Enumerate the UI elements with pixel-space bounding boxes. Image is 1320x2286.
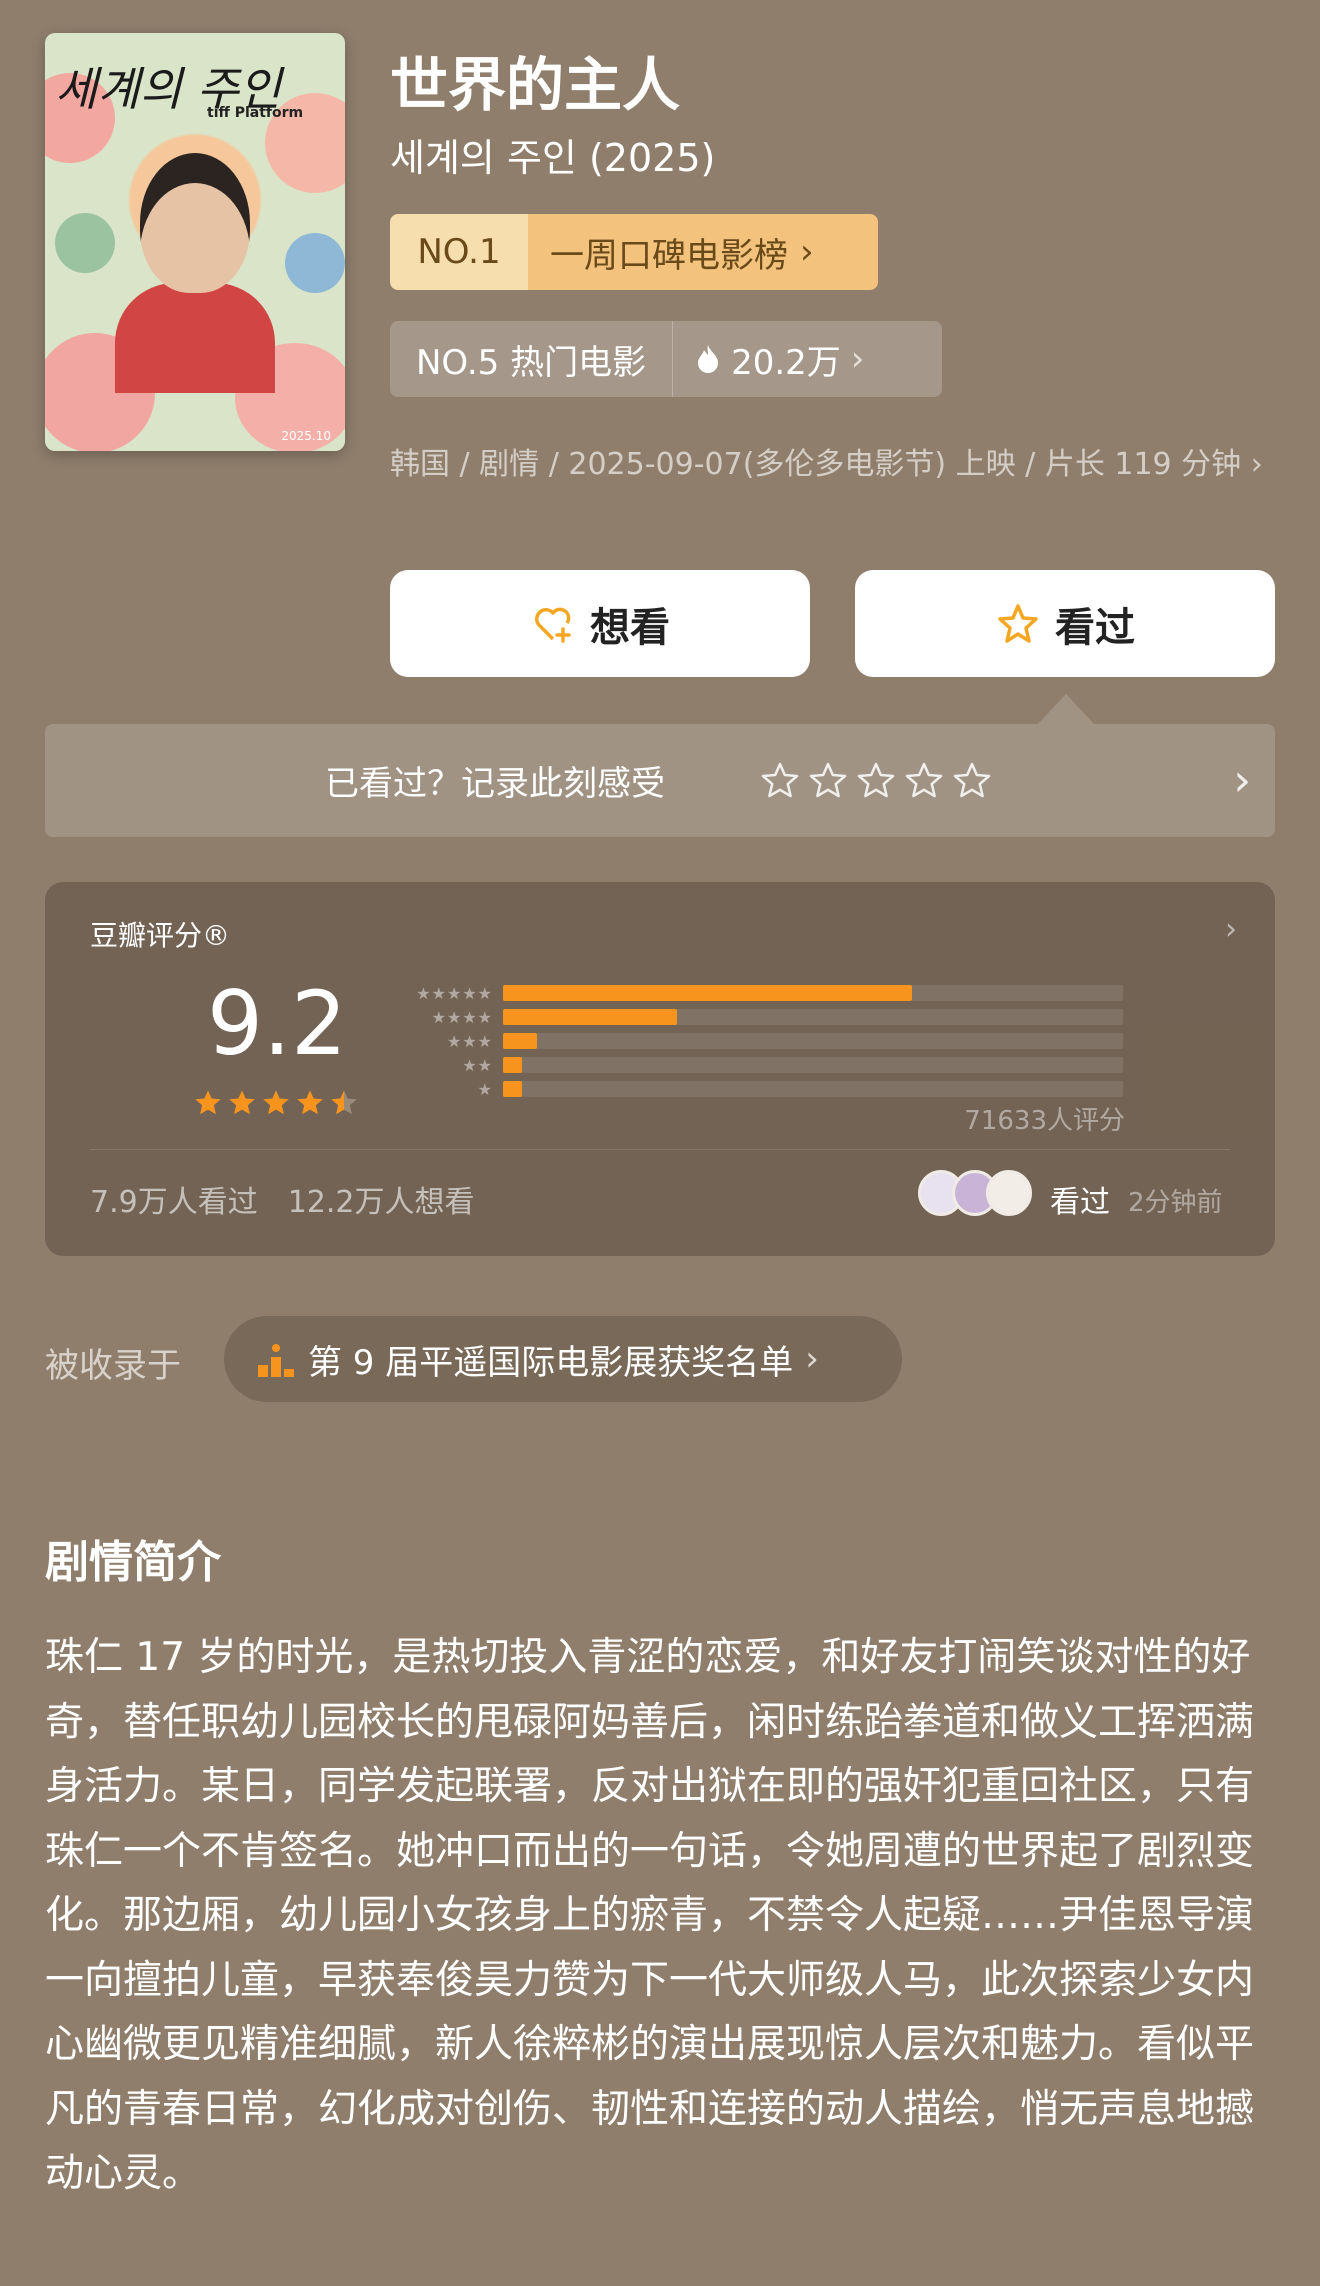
- poster-date: 2025.10: [281, 429, 331, 443]
- collection-name: 第 9 届平遥国际电影展获奖名单: [308, 1342, 794, 1383]
- weekly-rank-number: NO.1: [390, 214, 528, 290]
- rating-star-icon: [229, 1090, 255, 1115]
- podium-icon: [258, 1344, 294, 1377]
- seen-label: 看过: [1055, 604, 1135, 651]
- heart-plus-icon: [535, 607, 571, 643]
- distribution-star-label: ★★★★: [431, 1008, 493, 1027]
- wish-count: 12.2万人想看: [287, 1185, 475, 1220]
- distribution-star-label: ★★: [462, 1056, 493, 1075]
- poster-flower: [285, 233, 345, 293]
- rating-label: 豆瓣评分®: [90, 919, 231, 952]
- distribution-bar-track: [503, 1009, 1123, 1025]
- distribution-bar-track: [503, 1057, 1123, 1073]
- want-to-watch-button[interactable]: 想看: [390, 570, 810, 677]
- distribution-bar-track: [503, 985, 1123, 1001]
- friend-seen-time: 2分钟前: [1128, 1188, 1223, 1218]
- distribution-bar-track: [503, 1033, 1123, 1049]
- distribution-star-label: ★★★★★: [416, 984, 493, 1003]
- star-outline-icon[interactable]: [808, 761, 848, 801]
- friend-avatars[interactable]: [918, 1170, 1032, 1216]
- movie-meta[interactable]: 韩国 / 剧情 / 2025-09-07(多伦多电影节) 上映 / 片长 119…: [390, 437, 1270, 493]
- synopsis-heading: 剧情简介: [45, 1537, 221, 1588]
- score-stars: [193, 1088, 359, 1118]
- rating-distribution-labels: ★★★★★ ★★★★ ★★★ ★★ ★: [383, 982, 493, 1102]
- rating-star-icon: [297, 1090, 323, 1115]
- friend-seen-label: 看过: [1050, 1185, 1110, 1220]
- rating-distribution-bars: [503, 985, 1123, 1105]
- weekly-rank-label: 一周口碑电影榜: [550, 235, 788, 276]
- star-outline-icon[interactable]: [760, 761, 800, 801]
- rating-count: 71633人评分: [964, 1106, 1125, 1136]
- rating-score: 9.2: [207, 972, 347, 1075]
- rating-star-icon: [331, 1090, 357, 1115]
- distribution-bar: [503, 1081, 522, 1097]
- chevron-right-icon: ›: [850, 339, 865, 379]
- heat-value: 20.2万: [731, 342, 841, 383]
- watched-count: 7.9万人看过: [90, 1185, 258, 1220]
- want-label: 想看: [590, 604, 670, 651]
- avatar: [986, 1170, 1032, 1216]
- distribution-bar-track: [503, 1081, 1123, 1097]
- watch-stats: 7.9万人看过 12.2万人想看: [90, 1177, 475, 1221]
- movie-title: 世界的主人: [390, 51, 681, 119]
- rate-stars[interactable]: [760, 761, 992, 801]
- chevron-right-icon: ›: [805, 1339, 819, 1379]
- distribution-bar: [503, 1057, 522, 1073]
- movie-original-title: 세계의 주인 (2025): [390, 136, 716, 180]
- poster-badge: tiff Platform: [207, 105, 304, 121]
- poster-figure-face: [140, 153, 250, 293]
- star-outline-icon[interactable]: [856, 761, 896, 801]
- distribution-star-label: ★: [477, 1080, 493, 1099]
- star-outline-icon: [998, 603, 1038, 643]
- collection-label: 被收录于: [45, 1346, 181, 1386]
- star-outline-icon[interactable]: [904, 761, 944, 801]
- hot-rank-badge[interactable]: NO.5 热门电影 20.2万 ›: [390, 321, 942, 397]
- divider: [90, 1149, 1230, 1150]
- weekly-rank-badge[interactable]: NO.1 一周口碑电影榜 ›: [390, 214, 878, 290]
- distribution-bar: [503, 1033, 538, 1049]
- distribution-bar: [503, 1009, 677, 1025]
- rating-star-icon: [195, 1090, 221, 1115]
- rating-star-icon: [263, 1090, 289, 1115]
- distribution-star-label: ★★★: [446, 1032, 493, 1051]
- star-outline-icon[interactable]: [952, 761, 992, 801]
- flame-icon: [698, 345, 719, 373]
- chevron-right-icon: ›: [800, 232, 814, 272]
- watched-button[interactable]: 看过: [855, 570, 1275, 677]
- heat-wrap: 20.2万 ›: [673, 335, 886, 384]
- rate-prompt-bar[interactable]: 已看过？记录此刻感受 ›: [45, 724, 1275, 837]
- rate-prompt-text: 已看过？记录此刻感受: [325, 764, 665, 804]
- poster-figure-body: [115, 283, 275, 393]
- rating-card[interactable]: 豆瓣评分® › 9.2 ★★★★★ ★★★★ ★★★ ★★ ★ 71633人评分 7.9…: [45, 882, 1275, 1256]
- chevron-right-icon: ›: [1225, 912, 1237, 947]
- collection-chip[interactable]: 第 9 届平遥国际电影展获奖名单 ›: [224, 1316, 902, 1402]
- distribution-bar: [503, 985, 913, 1001]
- synopsis-text: 珠仁 17 岁的时光，是热切投入青涩的恋爱，和好友打闹笑谈对性的好奇，替任职幼儿…: [45, 1635, 1255, 2196]
- hot-rank-label: NO.5 热门电影: [416, 342, 647, 383]
- movie-poster[interactable]: 세계의 주인 tiff Platform 2025.10: [45, 33, 345, 451]
- poster-flower: [55, 213, 115, 273]
- popover-pointer: [1038, 694, 1094, 724]
- weekly-rank-label-wrap: 一周口碑电影榜 ›: [528, 214, 878, 290]
- chevron-right-icon: ›: [1233, 755, 1251, 806]
